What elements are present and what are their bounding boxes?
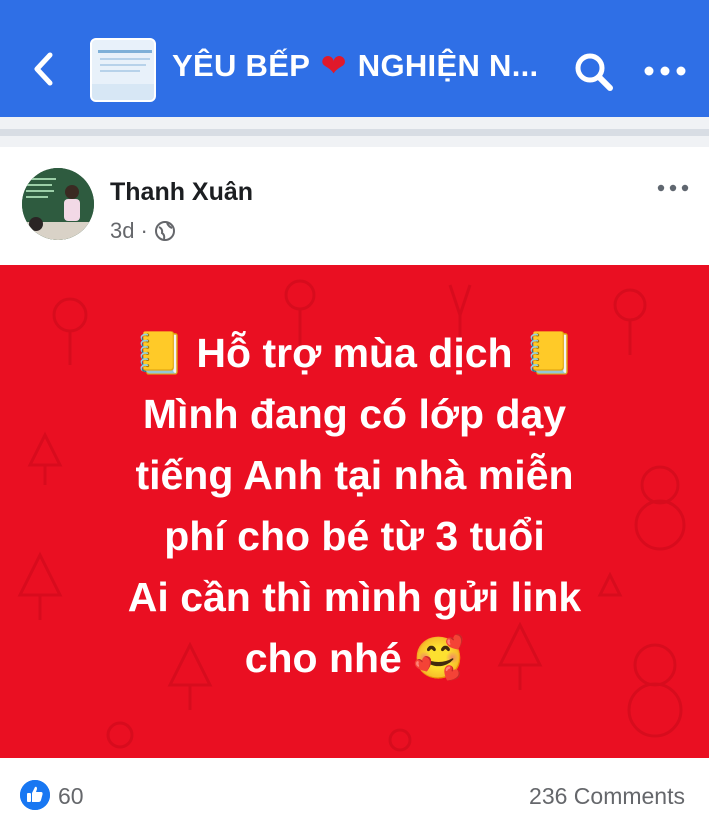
post-text-line: Ai cần thì mình gửi link <box>127 574 582 620</box>
post-text-line: Mình đang có lớp dạy <box>142 391 567 437</box>
post-author-name[interactable]: Thanh Xuân <box>110 178 253 207</box>
search-button[interactable] <box>572 50 616 94</box>
post-meta: 3d · <box>110 218 176 244</box>
heart-icon: ❤ <box>320 48 347 83</box>
meta-separator: · <box>140 218 148 243</box>
search-icon <box>575 53 613 91</box>
group-title[interactable]: YÊU BẾP ❤ NGHIỆN N... <box>172 48 542 84</box>
post-options-button[interactable] <box>656 180 690 196</box>
group-title-suffix: NGHIỆN N... <box>357 48 539 83</box>
post-header <box>0 147 709 265</box>
feed-divider-line <box>0 129 709 136</box>
avatar[interactable] <box>22 168 94 240</box>
group-title-prefix: YÊU BẾP <box>172 48 310 83</box>
globe-icon <box>154 221 175 241</box>
post-text-block: 📒 Hỗ trợ mùa dịch 📒 Mình đang có lớp dạy… <box>0 323 709 689</box>
back-button[interactable] <box>26 46 60 92</box>
group-header-bar: YÊU BẾP ❤ NGHIỆN N... <box>0 0 709 117</box>
like-reaction-icon[interactable] <box>20 780 50 810</box>
post-text-line: cho nhé 🥰 <box>244 635 465 681</box>
thumbs-up-icon <box>20 780 50 810</box>
comments-count[interactable]: 236 Comments <box>529 783 685 810</box>
like-count[interactable]: 60 <box>58 783 84 810</box>
group-cover-thumbnail[interactable] <box>90 38 156 102</box>
group-cover-image <box>92 40 154 100</box>
more-horizontal-icon <box>644 66 686 76</box>
post-background-image[interactable]: 📒 Hỗ trợ mùa dịch 📒 Mình đang có lớp dạy… <box>0 265 709 758</box>
post-text-line: 📒 Hỗ trợ mùa dịch 📒 <box>133 330 576 376</box>
more-options-button[interactable] <box>642 56 688 86</box>
avatar-image <box>22 168 94 240</box>
post-text-line: phí cho bé từ 3 tuổi <box>164 513 545 559</box>
post-text-line: tiếng Anh tại nhà miễn <box>135 452 574 498</box>
chevron-left-icon <box>34 52 53 86</box>
post-timestamp[interactable]: 3d <box>110 218 134 244</box>
more-horizontal-icon <box>657 184 689 192</box>
